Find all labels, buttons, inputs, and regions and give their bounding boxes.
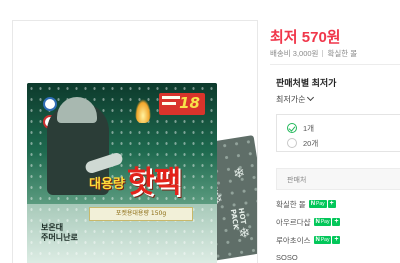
snowflake-icon: ❄	[232, 164, 247, 183]
price-subinfo: 배송비 3,000원 확실한 몰	[270, 48, 357, 59]
npay-plus-icon: +	[332, 218, 341, 226]
pack-weight-strip: 포켓용대용량 150g	[89, 207, 193, 221]
seller-row[interactable]: 아우르다샵 N Pay +	[276, 216, 341, 228]
seller-name: 확실한 몰	[276, 199, 306, 209]
confirmed-mall: 확실한 몰	[327, 49, 358, 58]
hot-pack-front-image: 18 대용량 핫팩 포켓용대용량 150g 보온대 주머니난로	[27, 83, 217, 263]
seller-row[interactable]: 확실한 몰 N Pay +	[276, 198, 336, 210]
npay-badge: N Pay	[308, 200, 327, 208]
lowest-price: 최저 570원	[270, 26, 341, 47]
quantity-option-1[interactable]: 1개	[287, 121, 314, 135]
duration-number: 18	[179, 94, 200, 112]
flame-icon	[135, 99, 151, 123]
sort-label: 최저가순	[276, 95, 306, 104]
divider	[270, 64, 400, 65]
npay-badge: N Pay	[313, 218, 332, 226]
price-label: 최저	[270, 29, 298, 46]
quantity-option-label: 20개	[303, 138, 319, 148]
price-value: 570원	[301, 29, 341, 46]
quantity-options: 1개 20개	[276, 114, 400, 152]
seller-name: 아우르다샵	[276, 217, 311, 227]
side-text-line2: 주머니난로	[41, 233, 78, 242]
divider	[322, 50, 324, 57]
check-circle-icon	[287, 123, 297, 133]
npay-plus-icon: +	[327, 200, 336, 208]
seller-name: 루아초이스	[276, 235, 311, 245]
pack-title-small: 대용량	[89, 177, 125, 192]
seller-table-header: 판매처	[276, 168, 400, 190]
quantity-option-label: 1개	[303, 123, 315, 133]
radio-circle-icon	[287, 138, 297, 148]
seller-header-label: 판매처	[287, 177, 307, 184]
chevron-down-icon	[307, 93, 315, 102]
pack-side-text: 보온대 주머니난로	[41, 223, 78, 243]
shipping-fee: 배송비 3,000원	[270, 49, 319, 58]
certification-badge-icon	[43, 97, 57, 111]
seller-name: SOSO	[276, 252, 298, 262]
quantity-option-20[interactable]: 20개	[287, 136, 318, 150]
seller-row[interactable]: 루아초이스 N Pay +	[276, 234, 341, 246]
back-label-2: HOT PACK	[228, 207, 248, 231]
duration-badge: 18	[159, 93, 205, 115]
offers-title: 판매처별 최저가	[276, 78, 337, 88]
side-text-line1: 보온대	[41, 223, 64, 232]
seller-row[interactable]: SOSO	[276, 251, 301, 263]
sort-dropdown[interactable]: 최저가순	[276, 93, 315, 105]
product-image[interactable]: ❄ ❄ ❄ HOT PACK HOT PACK 18 대용량 핫팩 포켓용대용량…	[12, 20, 258, 263]
npay-plus-icon: +	[332, 236, 341, 244]
npay-badge: N Pay	[313, 236, 332, 244]
pack-title-big: 핫팩	[127, 165, 181, 200]
